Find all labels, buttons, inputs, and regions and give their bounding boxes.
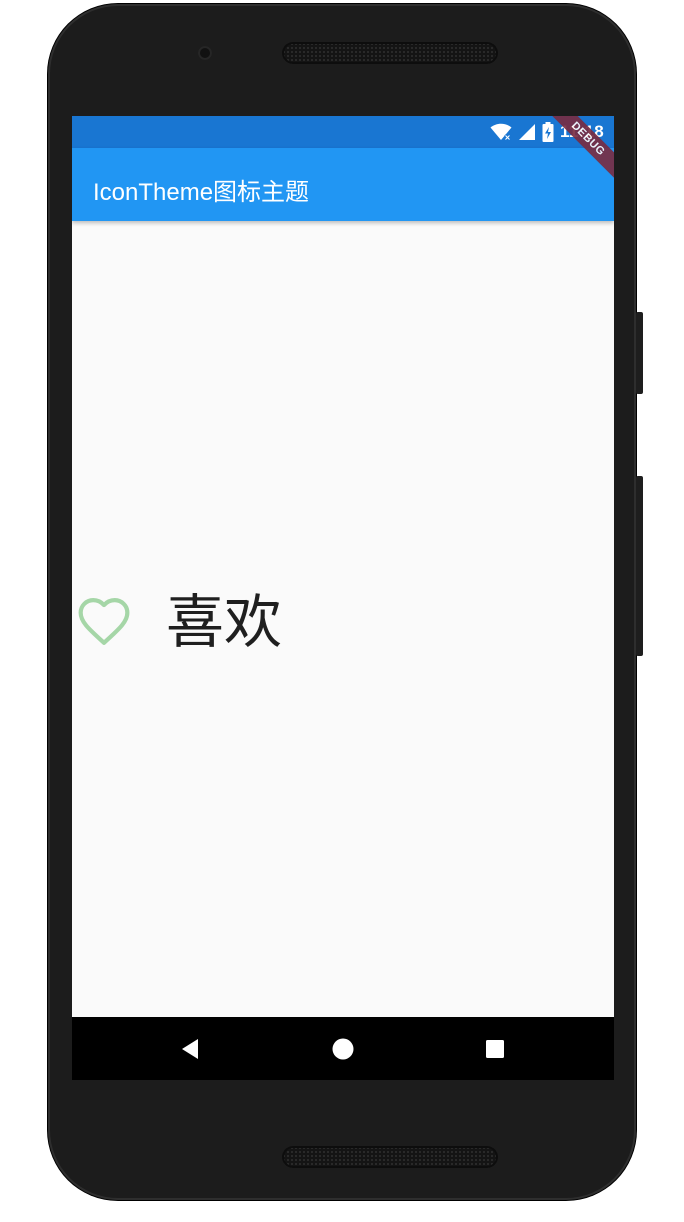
- home-icon: [332, 1038, 354, 1059]
- recents-icon: [486, 1039, 504, 1058]
- screen: 11:18 IconTheme图标主题 DEBUG 喜欢: [72, 116, 614, 1080]
- front-camera: [198, 46, 212, 60]
- system-nav-bar: [72, 1017, 614, 1080]
- heart-outline-icon: [78, 598, 130, 645]
- recents-button[interactable]: [465, 1017, 525, 1080]
- home-button[interactable]: [313, 1017, 373, 1080]
- wifi-icon: [490, 123, 512, 141]
- app-bar: IconTheme图标主题: [72, 148, 614, 221]
- power-button[interactable]: [636, 312, 643, 394]
- battery-charging-icon: [542, 122, 554, 142]
- like-label: 喜欢: [166, 590, 283, 655]
- back-button[interactable]: [160, 1017, 220, 1080]
- back-icon: [182, 1038, 198, 1059]
- like-row: 喜欢: [72, 590, 282, 656]
- top-speaker: [282, 42, 498, 64]
- page-title: IconTheme图标主题: [93, 179, 310, 206]
- signal-icon: [518, 124, 535, 140]
- status-bar: 11:18: [72, 116, 614, 148]
- volume-button[interactable]: [636, 476, 643, 656]
- bottom-speaker: [282, 1146, 498, 1168]
